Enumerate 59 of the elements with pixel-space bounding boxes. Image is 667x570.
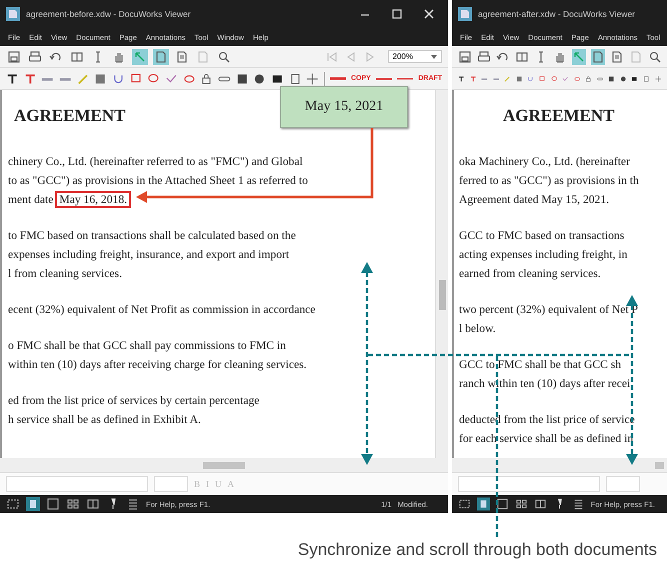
page-icon[interactable] [591, 48, 605, 64]
document-text: h service shall be as defined in Exhibit A. [8, 412, 201, 428]
document-text: GCC to FMC based on transactions [459, 228, 624, 244]
print-icon[interactable] [27, 48, 43, 64]
save-icon[interactable] [458, 48, 472, 64]
document-text: within ten (10) days after receiving charge for cleaning services. [8, 357, 307, 373]
note-icon[interactable] [130, 72, 142, 86]
close-icon[interactable] [422, 7, 436, 21]
lock-icon[interactable] [200, 72, 213, 86]
document-text: o FMC shall be that GCC shall pay commissions to FMC in [8, 338, 286, 354]
save-icon[interactable] [6, 48, 22, 64]
thumbnail-icon[interactable] [496, 497, 509, 511]
document-icon[interactable] [610, 48, 624, 64]
page-icon[interactable] [288, 72, 302, 86]
document-text: deducted from the list price of service [459, 412, 635, 428]
document-text: to as "GCC") as provisions in the Attached Sheet 1 as referred to [8, 173, 308, 189]
grid-icon[interactable] [66, 497, 80, 511]
document-text: ferred to as "GCC") as provisions in th [459, 173, 639, 189]
thumbnail-icon[interactable] [46, 497, 60, 511]
move-icon[interactable] [306, 72, 319, 86]
zoom-dropdown[interactable]: 200% [388, 50, 442, 63]
document-title: AGREEMENT [503, 106, 614, 126]
document-text: expenses including freight, insurance, and export and import [8, 247, 290, 263]
two-page-icon[interactable] [534, 497, 547, 511]
window-title: agreement-after.xdw - DocuWorks Viewer [478, 9, 636, 19]
horizontal-scrollbar[interactable] [452, 458, 667, 472]
fit-icon[interactable] [458, 497, 471, 511]
horizontal-scrollbar[interactable] [0, 458, 448, 472]
document-text: GCC to FMC shall be that GCC sh [459, 357, 622, 373]
two-page-icon[interactable] [86, 497, 100, 511]
document-text: chinery Co., Ltd. (hereinafter referred to as "FMC") and Global [8, 154, 303, 170]
document-text: l from cleaning services. [8, 266, 122, 282]
document-text: oka Machinery Co., Ltd. (hereinafter [459, 154, 630, 170]
window-title: agreement-before.xdw - DocuWorks Viewer [26, 9, 192, 19]
document-text: ecent (32%) equivalent of Net Profit as commission in accordance [8, 302, 316, 318]
select-icon[interactable] [572, 48, 586, 64]
text-icon[interactable] [6, 72, 19, 86]
document-text: Agreement dated May 15, 2021. [459, 192, 610, 208]
document-title: AGREEMENT [14, 106, 126, 126]
document-text: ment date [8, 193, 54, 206]
document-text: l below. [459, 321, 496, 337]
grid-icon[interactable] [514, 497, 528, 511]
document-text: ed from the list price of services by certain percentage [8, 393, 260, 409]
document-text: acting expenses including freight, in [459, 247, 628, 263]
caret-icon [431, 54, 437, 58]
print-icon[interactable] [477, 48, 491, 64]
caption: Synchronize and scroll through both documents [298, 540, 657, 560]
callout-note: May 15, 2021 [280, 86, 408, 128]
document-text: earned from cleaning services. [459, 266, 601, 282]
select-icon[interactable] [132, 48, 148, 64]
maximize-icon[interactable] [390, 7, 404, 21]
list-icon[interactable] [126, 497, 140, 511]
square-icon[interactable] [94, 72, 107, 86]
page-icon[interactable] [153, 48, 169, 64]
highlighted-date: May 16, 2018. [57, 193, 130, 206]
document-text: to FMC based on transactions shall be calculated based on the [8, 228, 296, 244]
fit-icon[interactable] [6, 497, 20, 511]
single-page-icon[interactable] [476, 497, 490, 511]
vertical-scrollbar[interactable] [435, 90, 448, 458]
